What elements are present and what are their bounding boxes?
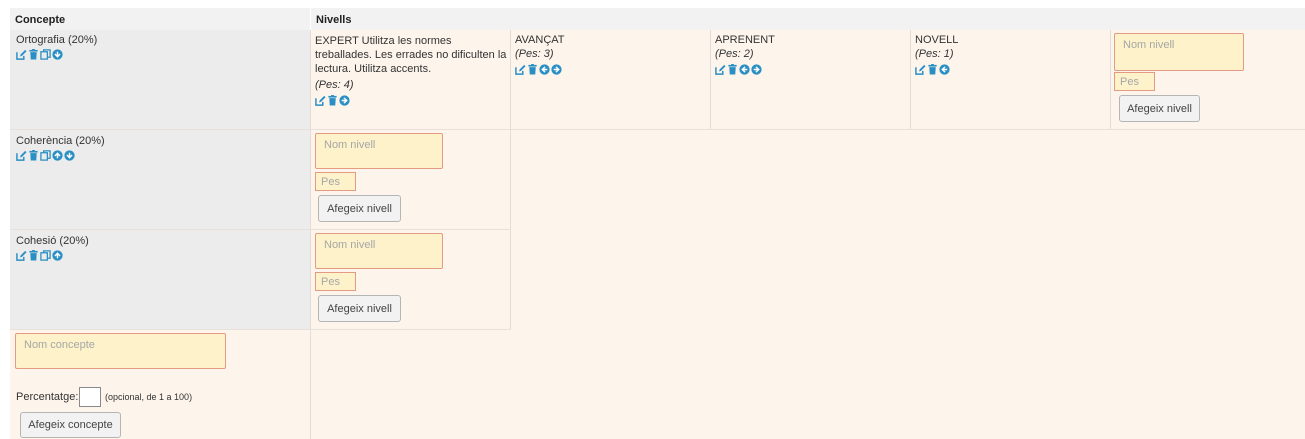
concept-actions [16,48,63,60]
edit-icon[interactable] [515,64,526,75]
edit-icon[interactable] [16,49,27,60]
level-actions [315,94,350,106]
concept-actions [16,149,75,161]
copy-icon[interactable] [40,49,51,60]
arrow-up-circle-icon[interactable] [52,150,63,161]
trash-icon[interactable] [28,250,39,261]
trash-icon[interactable] [727,64,738,75]
arrow-right-circle-icon[interactable] [551,64,562,75]
header-levels-label: Nivells [316,14,352,26]
edit-icon[interactable] [715,64,726,75]
divider [710,30,711,129]
divider [10,129,1305,130]
arrow-down-circle-icon[interactable] [52,49,63,60]
level-weight-input[interactable] [1114,72,1155,91]
trash-icon[interactable] [527,64,538,75]
concept-actions [16,249,63,261]
edit-icon[interactable] [915,64,926,75]
arrow-right-circle-icon[interactable] [339,95,350,106]
divider [10,329,511,330]
level-name-input[interactable] [315,133,443,169]
arrow-down-circle-icon[interactable] [64,150,75,161]
level-name: AVANÇAT [515,34,565,46]
concept-title: Ortografia (20%) [16,34,98,46]
trash-icon[interactable] [28,150,39,161]
divider [1110,30,1111,129]
edit-icon[interactable] [16,250,27,261]
percent-input[interactable] [79,387,101,407]
level-weight: (Pes: 1) [915,48,954,60]
level-weight-input[interactable] [315,272,356,291]
arrow-left-circle-icon[interactable] [739,64,750,75]
copy-icon[interactable] [40,250,51,261]
add-level-button[interactable]: Afegeix nivell [1119,95,1200,122]
level-weight: (Pes: 4) [315,79,354,91]
arrow-left-circle-icon[interactable] [539,64,550,75]
add-level-button[interactable]: Afegeix nivell [318,295,401,322]
level-name-input[interactable] [1114,33,1244,71]
top-margin [0,0,1305,8]
add-level-button[interactable]: Afegeix nivell [318,195,401,222]
level-actions [915,63,950,75]
level-weight-input[interactable] [315,172,356,191]
edit-icon[interactable] [16,150,27,161]
concept-title: Coherència (20%) [16,135,105,147]
concept-name-input[interactable] [15,333,226,369]
level-name: EXPERT Utilitza les normes treballades. … [315,35,507,75]
add-concept-button[interactable]: Afegeix concepte [20,412,121,438]
divider [910,30,911,129]
divider [510,30,511,129]
divider [10,229,511,230]
edit-icon[interactable] [315,95,326,106]
levels-area [311,30,1305,439]
copy-icon[interactable] [40,150,51,161]
trash-icon[interactable] [28,49,39,60]
level-name: NOVELL [915,34,959,46]
header-concept-label: Concepte [15,14,66,26]
trash-icon[interactable] [927,64,938,75]
level-name: APRENENT [715,34,775,46]
concept-title: Cohesió (20%) [16,235,89,247]
level-weight: (Pes: 2) [715,48,754,60]
arrow-right-circle-icon[interactable] [751,64,762,75]
level-actions [515,63,562,75]
trash-icon[interactable] [327,95,338,106]
header-concept: Concepte [10,8,310,30]
level-weight: (Pes: 3) [515,48,554,60]
header-levels: Nivells [311,8,1305,30]
level-name-input[interactable] [315,233,443,269]
percent-hint: (opcional, de 1 a 100) [105,392,193,402]
arrow-up-circle-icon[interactable] [52,250,63,261]
percent-label: Percentatge: [16,391,79,403]
arrow-left-circle-icon[interactable] [939,64,950,75]
level-actions [715,63,762,75]
divider [310,30,311,439]
